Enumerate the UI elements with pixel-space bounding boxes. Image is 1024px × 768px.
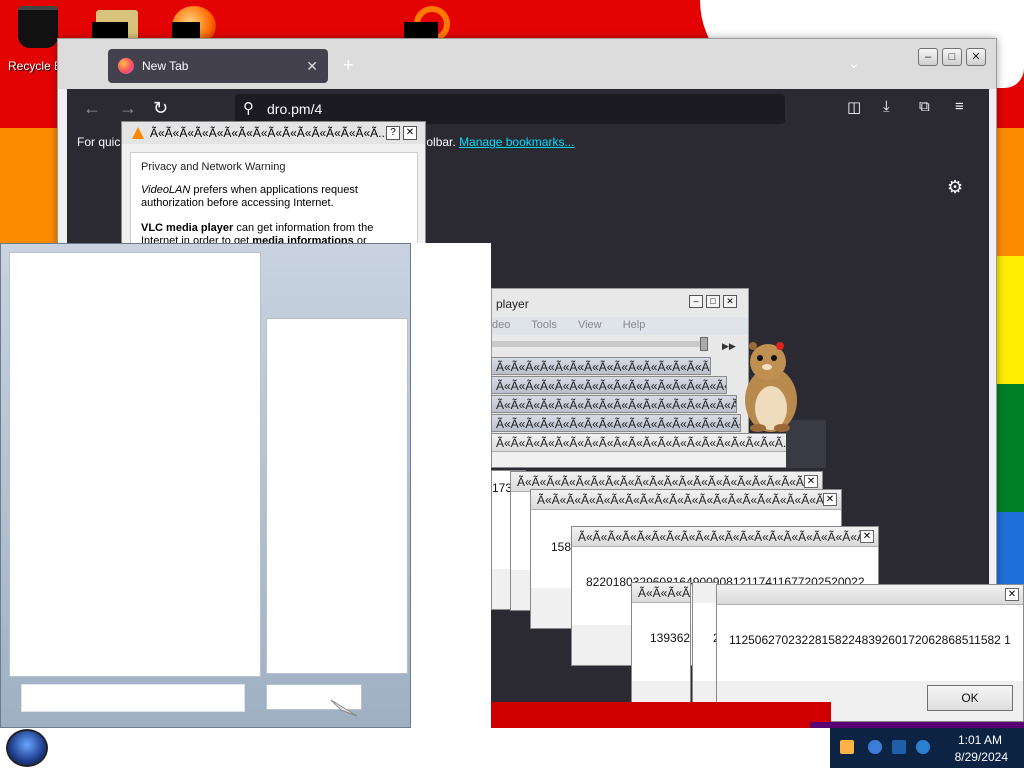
- minimize-button[interactable]: –: [689, 295, 703, 308]
- error-title: [717, 585, 1023, 605]
- seek-bar[interactable]: [492, 341, 702, 347]
- ok-button[interactable]: OK: [927, 685, 1013, 711]
- error-title: Ã«Ã«Ã«Ã«Ã«Ã«Ã«Ã«Ã«Ã«Ã«Ã«Ã«Ã«Ã«Ã«Ã«Ã«Ã«Ã.…: [572, 527, 878, 547]
- right-list-panel[interactable]: [266, 318, 408, 674]
- red-strip: [491, 702, 831, 728]
- left-list-panel[interactable]: [9, 252, 261, 677]
- menu-video[interactable]: deo: [492, 319, 510, 331]
- blank-white-panel: [411, 243, 491, 728]
- error-window: Ã«Ã«Ã«Ã«Ã«Ã«Ã«Ã«Ã«Ã«Ã«Ã«Ã«Ã«Ã«Ã«Ã«Ã«Ã«Ã.…: [491, 433, 787, 468]
- help-button[interactable]: ?: [386, 126, 400, 140]
- blank-dialog-window: [0, 243, 411, 728]
- clock-date[interactable]: 8/29/2024: [955, 750, 1008, 764]
- privacy-paragraph: VideoLAN prefers when applications reque…: [141, 184, 358, 209]
- close-button[interactable]: ✕: [403, 126, 417, 140]
- clock-time[interactable]: 1:01 AM: [958, 733, 1002, 747]
- close-button[interactable]: ✕: [823, 493, 837, 506]
- error-title: Ã«Ã«Ã«Ã«Ã«Ã«Ã«Ã«Ã«Ã«Ã«Ã«Ã«Ã«Ã«Ã«Ã«Ã«Ã«Ã.…: [492, 434, 786, 452]
- pocket-icon[interactable]: ◫: [847, 98, 861, 116]
- tab-close-icon[interactable]: ✕: [306, 58, 318, 75]
- close-button[interactable]: ✕: [804, 475, 818, 488]
- error-window: Ã«Ã«Ã«Ã«Ã«Ã«Ã«Ã«Ã«Ã«Ã«Ã«Ã«Ã«Ã«Ã«Ã«Ã«Ã«Ã.…: [631, 582, 691, 722]
- maximize-button[interactable]: □: [942, 48, 962, 66]
- minimize-button[interactable]: –: [918, 48, 938, 66]
- system-tray: 1:01 AM 8/29/2024: [830, 728, 1024, 768]
- vlc-privacy-dialog: Ã«Ã«Ã«Ã«Ã«Ã«Ã«Ã«Ã«Ã«Ã«Ã«Ã«Ã«Ã«Ã... ? ✕ P…: [121, 121, 426, 261]
- firefox-titlebar: New Tab ✕ + ⌄ – □ ✕: [58, 39, 996, 89]
- error-window: Ã«Ã«Ã«Ã«Ã«Ã«Ã«Ã«Ã«Ã«Ã«Ã«Ã«Ã«Ã«Ã«Ã«Ã«Ã«Ã.…: [491, 395, 737, 413]
- url-bar[interactable]: ⚲ dro.pm/4: [235, 94, 785, 124]
- bookmarks-hint-start: For quic: [77, 135, 121, 149]
- close-button[interactable]: ✕: [966, 48, 986, 66]
- hamster-mascot[interactable]: [738, 340, 800, 435]
- start-button[interactable]: [6, 729, 48, 767]
- error-title: Ã«Ã«Ã«Ã«Ã«Ã«Ã«Ã«Ã«Ã«Ã«Ã«Ã«Ã«Ã«Ã«Ã«Ã«Ã«Ã.…: [632, 583, 690, 603]
- tab-new-tab[interactable]: New Tab ✕: [108, 49, 328, 83]
- vlc-menubar: deo Tools View Help: [492, 317, 748, 335]
- firefox-logo-icon: [118, 58, 134, 74]
- menu-view[interactable]: View: [578, 319, 602, 331]
- forward-icon[interactable]: ▶▶: [722, 341, 736, 352]
- gear-icon[interactable]: ⚙: [947, 177, 963, 198]
- error-title: Ã«Ã«Ã«Ã«Ã«Ã«Ã«Ã«Ã«Ã«Ã«Ã«Ã«Ã«Ã«Ã«Ã«Ã«Ã«Ã.…: [492, 415, 740, 431]
- download-icon[interactable]: ⤓: [883, 98, 890, 115]
- error-number: 1393620: [650, 631, 691, 645]
- maximize-button[interactable]: □: [706, 295, 720, 308]
- left-text-field[interactable]: [21, 684, 245, 712]
- close-button[interactable]: ✕: [1005, 588, 1019, 601]
- new-tab-button[interactable]: +: [343, 55, 354, 76]
- recycle-bin-label: Recycle B: [8, 59, 63, 73]
- close-button[interactable]: ✕: [723, 295, 737, 308]
- error-message: 1125062702322815822483926017206286851158…: [729, 633, 1011, 647]
- extensions-icon[interactable]: ⧉: [919, 98, 930, 115]
- error-window: 2: [692, 582, 718, 722]
- error-window: Ã«Ã«Ã«Ã«Ã«Ã«Ã«Ã«Ã«Ã«Ã«Ã«Ã«Ã«Ã«Ã«Ã«Ã«Ã«Ã.…: [491, 357, 711, 375]
- menu-tools[interactable]: Tools: [531, 319, 557, 331]
- bookmarks-hint-end: olbar.: [426, 135, 456, 149]
- manage-bookmarks-link[interactable]: Manage bookmarks...: [459, 135, 574, 149]
- error-window: Ã«Ã«Ã«Ã«Ã«Ã«Ã«Ã«Ã«Ã«Ã«Ã«Ã«Ã«Ã«Ã«Ã«Ã«Ã«Ã.…: [491, 376, 727, 394]
- dialog-titlebar: Ã«Ã«Ã«Ã«Ã«Ã«Ã«Ã«Ã«Ã«Ã«Ã«Ã«Ã«Ã«Ã...: [122, 122, 425, 144]
- menu-help[interactable]: Help: [623, 319, 646, 331]
- paper-plane-icon: [330, 699, 358, 717]
- network-icon[interactable]: [868, 740, 882, 754]
- tab-list-icon[interactable]: ⌄: [848, 55, 860, 72]
- error-title: Ã«Ã«Ã«Ã«Ã«Ã«Ã«Ã«Ã«Ã«Ã«Ã«Ã«Ã«Ã«Ã«Ã«Ã«Ã«Ã.…: [531, 490, 841, 510]
- back-icon[interactable]: ←: [83, 98, 101, 119]
- forward-icon[interactable]: →: [119, 98, 137, 119]
- volume-icon[interactable]: [916, 740, 930, 754]
- tab-title: New Tab: [142, 59, 189, 73]
- error-title: Ã«Ã«Ã«Ã«Ã«Ã«Ã«Ã«Ã«Ã«Ã«Ã«Ã«Ã«Ã«Ã«Ã«Ã«Ã«Ã.…: [492, 377, 726, 393]
- error-title: Ã«Ã«Ã«Ã«Ã«Ã«Ã«Ã«Ã«Ã«Ã«Ã«Ã«Ã«Ã«Ã«Ã«Ã«Ã«Ã.…: [492, 358, 710, 374]
- dialog-title: Ã«Ã«Ã«Ã«Ã«Ã«Ã«Ã«Ã«Ã«Ã«Ã«Ã«Ã«Ã«Ã...: [150, 126, 389, 140]
- error-window: Ã«Ã«Ã«Ã«Ã«Ã«Ã«Ã«Ã«Ã«Ã«Ã«Ã«Ã«Ã«Ã«Ã«Ã«Ã«Ã.…: [491, 414, 741, 432]
- seek-handle[interactable]: [700, 337, 708, 351]
- close-button[interactable]: ✕: [860, 530, 874, 543]
- display-icon[interactable]: [892, 740, 906, 754]
- taskbar: [0, 728, 830, 768]
- vlc-tray-icon[interactable]: [840, 740, 854, 754]
- recycle-bin-icon[interactable]: [18, 6, 58, 48]
- menu-icon[interactable]: ≡: [955, 98, 964, 115]
- url-text: dro.pm/4: [267, 101, 323, 117]
- reload-icon[interactable]: ↻: [153, 98, 168, 119]
- vlc-cone-icon: [132, 127, 144, 139]
- search-icon: ⚲: [243, 100, 254, 117]
- error-title: Ã«Ã«Ã«Ã«Ã«Ã«Ã«Ã«Ã«Ã«Ã«Ã«Ã«Ã«Ã«Ã«Ã«Ã«Ã«Ã.…: [492, 396, 736, 412]
- dialog-heading: Privacy and Network Warning: [141, 161, 286, 173]
